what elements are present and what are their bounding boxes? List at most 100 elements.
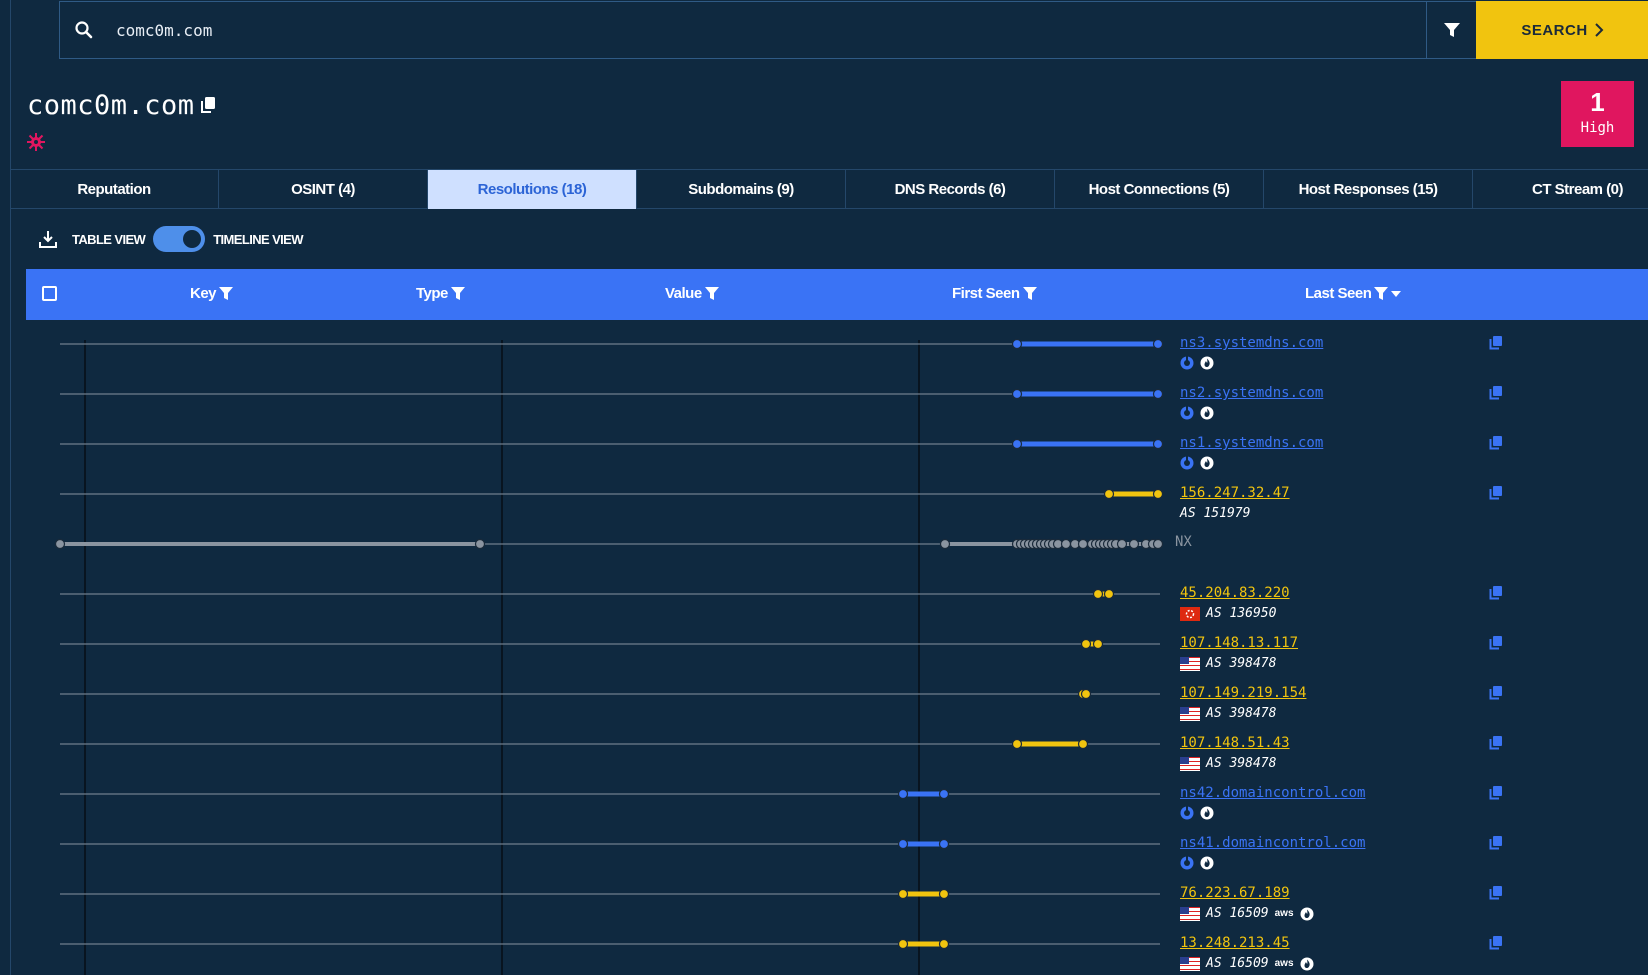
resolution-value-link[interactable]: 107.148.13.117	[1180, 635, 1298, 651]
asn-label: AS 16509	[1206, 956, 1269, 971]
resolution-value-link[interactable]: ns42.domaincontrol.com	[1180, 785, 1365, 801]
timeline-point[interactable]	[1060, 538, 1072, 550]
virus-icon	[27, 133, 45, 151]
timeline-point[interactable]	[1116, 538, 1128, 550]
timeline-point[interactable]	[1092, 588, 1104, 600]
column-header-type[interactable]: Type	[416, 285, 465, 302]
timeline-point[interactable]	[897, 888, 909, 900]
timeline-point[interactable]	[1152, 438, 1164, 450]
timeline-point[interactable]	[1011, 738, 1023, 750]
resolution-value-link[interactable]: 107.149.219.154	[1180, 685, 1306, 701]
timeline-point[interactable]	[1077, 538, 1089, 550]
tab-host-connections[interactable]: Host Connections (5)	[1055, 170, 1264, 209]
timeline-point[interactable]	[939, 538, 951, 550]
timeline-point[interactable]	[1152, 338, 1164, 350]
timeline-point[interactable]	[1152, 538, 1164, 550]
copy-icon[interactable]	[1489, 786, 1502, 800]
risk-badge: 1 High	[1561, 81, 1634, 147]
resolution-value-link[interactable]: ns3.systemdns.com	[1180, 335, 1323, 351]
tab-ct-stream[interactable]: CT Stream (0)	[1473, 170, 1648, 209]
tab-host-responses[interactable]: Host Responses (15)	[1264, 170, 1473, 209]
timeline-point[interactable]	[1011, 438, 1023, 450]
search-bar: SEARCH	[59, 1, 1648, 59]
timeline-point[interactable]	[897, 838, 909, 850]
risk-count: 1	[1590, 87, 1605, 117]
resolution-value-link[interactable]: ns41.domaincontrol.com	[1180, 835, 1365, 851]
timeline-point[interactable]	[1128, 538, 1140, 550]
resolution-value-link[interactable]: ns2.systemdns.com	[1180, 385, 1323, 401]
resolution-value-link[interactable]: 156.247.32.47	[1180, 485, 1290, 501]
tab-subdomains[interactable]: Subdomains (9)	[637, 170, 846, 209]
timeline-point[interactable]	[1011, 388, 1023, 400]
column-header-first-seen[interactable]: First Seen	[952, 285, 1037, 302]
view-toggle-switch[interactable]	[153, 226, 206, 252]
search-input[interactable]	[116, 14, 1356, 46]
search-icon	[75, 21, 93, 39]
timeline-point[interactable]	[938, 888, 950, 900]
timeline-point[interactable]	[1011, 338, 1023, 350]
timeline-point[interactable]	[897, 788, 909, 800]
select-all-checkbox[interactable]	[42, 286, 57, 301]
column-header-value[interactable]: Value	[665, 285, 719, 302]
copy-icon[interactable]	[1489, 836, 1502, 850]
timeline-point[interactable]	[938, 838, 950, 850]
copy-icon[interactable]	[1489, 886, 1502, 900]
copy-icon[interactable]	[200, 96, 216, 114]
resolution-value-link[interactable]: 13.248.213.45	[1180, 935, 1290, 951]
timeline-point[interactable]	[1080, 688, 1092, 700]
filter-icon	[704, 286, 719, 300]
tab-reputation[interactable]: Reputation	[10, 170, 219, 209]
copy-icon[interactable]	[1489, 636, 1502, 650]
copy-icon[interactable]	[1489, 386, 1502, 400]
resolution-meta: AS 16509 aws	[1180, 956, 1314, 971]
copy-icon[interactable]	[1489, 936, 1502, 950]
resolution-value-link[interactable]: 107.148.51.43	[1180, 735, 1290, 751]
aws-logo-icon: aws	[1274, 957, 1294, 969]
copy-icon[interactable]	[1489, 736, 1502, 750]
nx-label: NX	[1175, 534, 1192, 550]
fire-icon	[1200, 806, 1214, 820]
tab-dns-records[interactable]: DNS Records (6)	[846, 170, 1055, 209]
tab-resolutions[interactable]: Resolutions (18)	[428, 170, 637, 209]
resolution-meta	[1180, 806, 1214, 820]
timeline-view-label[interactable]: TIMELINE VIEW	[213, 232, 303, 247]
resolution-value-link[interactable]: ns1.systemdns.com	[1180, 435, 1323, 451]
resolution-meta: AS 16509 aws	[1180, 906, 1314, 921]
column-header-last-seen[interactable]: Last Seen	[1305, 285, 1402, 302]
timeline-point[interactable]	[1152, 488, 1164, 500]
timeline-point[interactable]	[1077, 738, 1089, 750]
timeline-point[interactable]	[938, 938, 950, 950]
timeline-point[interactable]	[54, 538, 66, 550]
column-label: Type	[416, 285, 448, 302]
resolution-value-link[interactable]: 45.204.83.220	[1180, 585, 1290, 601]
timeline-point[interactable]	[1152, 388, 1164, 400]
timeline-point[interactable]	[1103, 488, 1115, 500]
hk-flag-icon	[1180, 606, 1200, 621]
fire-icon	[1200, 406, 1214, 420]
aws-logo-icon: aws	[1274, 907, 1294, 919]
copy-icon[interactable]	[1489, 586, 1502, 600]
tab-osint[interactable]: OSINT (4)	[219, 170, 428, 209]
resolution-meta: AS 398478	[1180, 756, 1276, 771]
copy-icon[interactable]	[1489, 336, 1502, 350]
timeline-point[interactable]	[1092, 638, 1104, 650]
timeline-point[interactable]	[938, 788, 950, 800]
copy-icon[interactable]	[1489, 436, 1502, 450]
asn-label: AS 151979	[1180, 506, 1251, 521]
filter-button[interactable]	[1426, 2, 1476, 58]
timeline-point[interactable]	[474, 538, 486, 550]
resolution-meta	[1180, 356, 1214, 370]
resolution-value-link[interactable]: 76.223.67.189	[1180, 885, 1290, 901]
copy-icon[interactable]	[1489, 686, 1502, 700]
column-header-key[interactable]: Key	[190, 285, 234, 302]
resolution-meta: AS 398478	[1180, 706, 1276, 721]
timeline-point[interactable]	[1080, 638, 1092, 650]
copy-icon[interactable]	[1489, 486, 1502, 500]
column-label: Last Seen	[1305, 285, 1372, 302]
search-button[interactable]: SEARCH	[1476, 1, 1648, 59]
download-icon[interactable]	[38, 229, 58, 249]
timeline-point[interactable]	[897, 938, 909, 950]
timeline-point[interactable]	[1103, 588, 1115, 600]
table-view-label[interactable]: TABLE VIEW	[72, 232, 146, 247]
fire-icon	[1200, 356, 1214, 370]
